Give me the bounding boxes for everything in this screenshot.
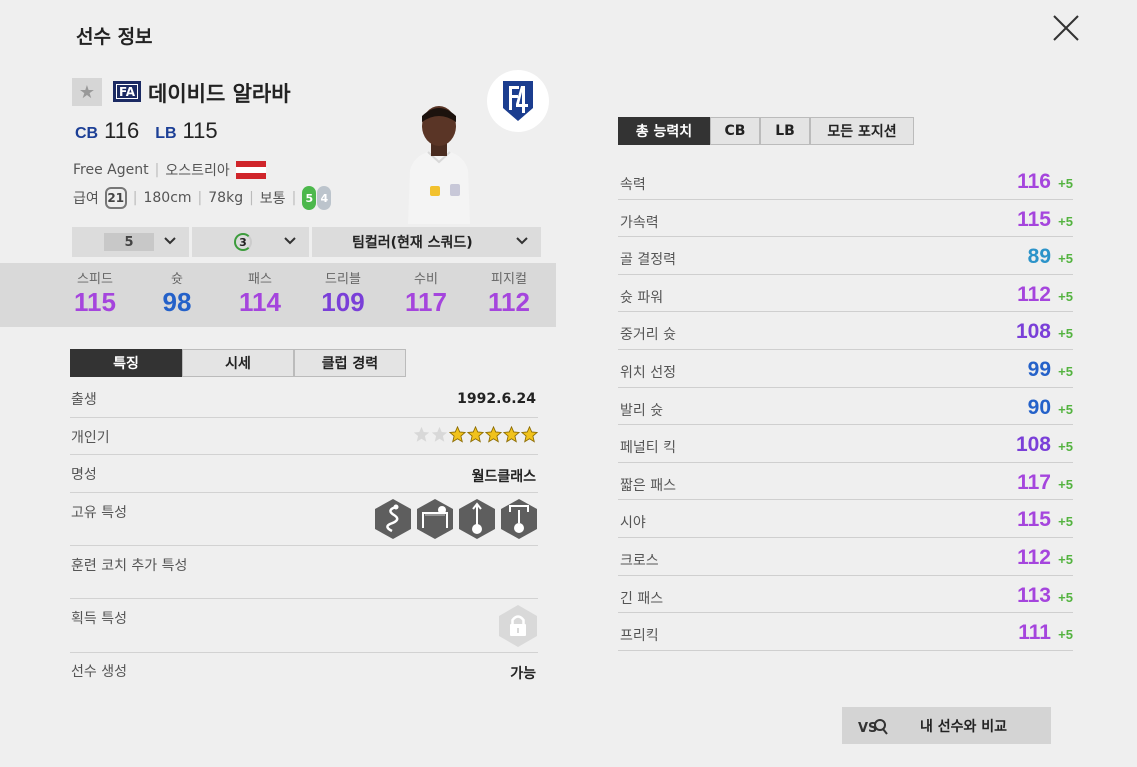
- versus-icon: VS: [858, 718, 888, 736]
- summary-stats: 스피드 115 슛 98 패스 114 드리블 109 수비 117 피지컬 1…: [0, 263, 556, 327]
- physical-info-row: 급여 21 | 180cm | 78kg | 보통 | 5 4: [73, 186, 332, 210]
- player-photo: [408, 106, 470, 224]
- skill-stars: [413, 426, 538, 443]
- info-row-fame: 명성 월드클래스: [70, 455, 538, 493]
- weight: 78kg: [208, 190, 244, 206]
- ability-row: 시야 115 +5: [618, 500, 1073, 538]
- ability-tabs: 총 능력치 CB LB 모든 포지션: [618, 117, 914, 145]
- club-badge: FA: [113, 81, 141, 102]
- stat-physical: 피지컬 112: [488, 272, 530, 317]
- page-title: 선수 정보: [76, 26, 153, 48]
- star-empty-icon: [431, 426, 448, 442]
- close-icon[interactable]: [1050, 12, 1082, 44]
- team-color-select[interactable]: 팀컬러(현재 스쿼드): [312, 227, 541, 257]
- trait-icons: [374, 498, 538, 540]
- star-empty-icon: [413, 426, 430, 442]
- team-nation-row: Free Agent | 오스트리아: [73, 160, 266, 180]
- ability-row: 페널티 킥 108 +5: [618, 425, 1073, 463]
- lock-icon: [499, 605, 537, 647]
- info-row-coach-traits: 훈련 코치 추가 특성: [70, 546, 538, 599]
- foot-icon: 5 4: [302, 186, 332, 210]
- tab-total-ability[interactable]: 총 능력치: [618, 117, 710, 145]
- chevron-down-icon: [164, 237, 176, 245]
- season-logo-icon: [487, 70, 549, 132]
- tab-market-price[interactable]: 시세: [182, 349, 294, 377]
- compare-with-my-player-button[interactable]: VS 내 선수와 비교: [842, 707, 1051, 744]
- info-row-creation: 선수 생성 가능: [71, 664, 536, 682]
- ability-row: 크로스 112 +5: [618, 538, 1073, 576]
- info-table: 출생 1992.6.24 개인기 명성 월드클래스 고유 특성 훈련 코치 추가…: [70, 380, 538, 687]
- star-filled-icon: [449, 426, 466, 443]
- training-select[interactable]: 3: [192, 227, 309, 257]
- stat-dribbling: 드리블 109: [321, 272, 365, 317]
- star-filled-icon: [485, 426, 502, 443]
- info-tabs: 특징 시세 클럽 경력: [70, 349, 406, 377]
- ability-row: 가속력 115 +5: [618, 200, 1073, 238]
- compare-button-label: 내 선수와 비교: [920, 718, 1008, 735]
- level-value: 5: [104, 233, 154, 251]
- stat-speed: 스피드 115: [74, 272, 116, 317]
- nation-name: 오스트리아: [165, 163, 230, 179]
- position-ratings: CB 116 LB 115: [75, 118, 228, 144]
- salary-value: 21: [104, 187, 127, 209]
- ability-row: 긴 패스 113 +5: [618, 576, 1073, 614]
- position-ovr: 116: [104, 118, 140, 143]
- tab-club-history[interactable]: 클럽 경력: [294, 349, 406, 377]
- body-type: 보통: [259, 191, 286, 207]
- team-color-value: 팀컬러(현재 스쿼드): [352, 235, 473, 251]
- ability-row: 발리 슛 90 +5: [618, 388, 1073, 426]
- ability-row: 슛 파워 112 +5: [618, 275, 1073, 313]
- info-row-acquired-traits: 획득 특성: [70, 599, 538, 653]
- star-filled-icon: [503, 426, 520, 443]
- tab-cb[interactable]: CB: [710, 117, 760, 145]
- tab-lb[interactable]: LB: [760, 117, 810, 145]
- austria-flag-icon: [235, 161, 266, 179]
- favorite-star-icon[interactable]: ★: [72, 78, 102, 106]
- chevron-down-icon: [516, 237, 528, 245]
- long-shot-trait-icon[interactable]: [458, 498, 496, 540]
- chevron-down-icon: [284, 237, 296, 245]
- star-filled-icon: [467, 426, 484, 443]
- player-name: 데이비드 알라바: [148, 82, 291, 106]
- ability-row: 골 결정력 89 +5: [618, 237, 1073, 275]
- stat-passing: 패스 114: [239, 272, 281, 317]
- team-name: Free Agent: [73, 162, 149, 178]
- ability-row: 중거리 슛 108 +5: [618, 312, 1073, 350]
- training-value: 3: [234, 233, 252, 251]
- salary-label: 급여: [73, 191, 99, 207]
- position-tag: CB: [75, 125, 99, 142]
- info-row-birth: 출생 1992.6.24: [70, 380, 538, 418]
- tab-traits[interactable]: 특징: [70, 349, 182, 377]
- info-row-traits: 고유 특성: [70, 493, 538, 546]
- goalkeeper-trait-icon[interactable]: [416, 498, 454, 540]
- position-tag: LB: [155, 125, 177, 142]
- star-filled-icon: [521, 426, 538, 443]
- stat-defending: 수비 117: [405, 272, 447, 317]
- dribble-trait-icon[interactable]: [374, 498, 412, 540]
- right-foot-value: 4: [317, 186, 332, 210]
- level-select[interactable]: 5: [72, 227, 189, 257]
- ability-row: 프리킥 111 +5: [618, 613, 1073, 651]
- ability-row: 짧은 패스 117 +5: [618, 463, 1073, 501]
- stat-shooting: 슛 98: [162, 272, 192, 317]
- left-foot-value: 5: [302, 186, 317, 210]
- height: 180cm: [143, 190, 192, 206]
- finesse-trait-icon[interactable]: [500, 498, 538, 540]
- tab-all-positions[interactable]: 모든 포지션: [810, 117, 914, 145]
- ability-list: 속력 116 +5 가속력 115 +5 골 결정력 89 +5 슛 파워 112 +5 중거리…: [618, 162, 1073, 651]
- info-row-skill: 개인기: [70, 418, 538, 455]
- ability-row: 속력 116 +5: [618, 162, 1073, 200]
- ability-row: 위치 선정 99 +5: [618, 350, 1073, 388]
- position-ovr: 115: [182, 118, 218, 143]
